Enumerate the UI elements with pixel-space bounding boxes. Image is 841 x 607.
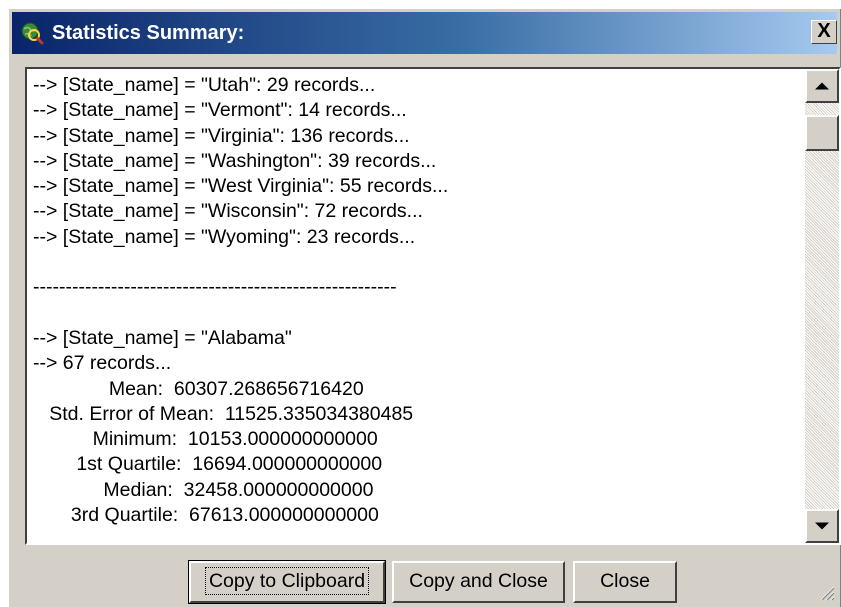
arrow-up-icon: [815, 82, 829, 90]
output-line: 1st Quartile: 16694.000000000000: [33, 453, 383, 476]
statistics-output-text: --> [State_name] = "Utah": 29 records...…: [27, 69, 805, 543]
output-line: --> [State_name] = "Washington": 39 reco…: [33, 149, 437, 172]
output-line: --> [State_name] = "Wisconsin": 72 recor…: [33, 200, 423, 223]
output-line: 3rd Quartile: 67613.000000000000: [33, 504, 379, 527]
output-line: --> [State_name] = "Alabama": [33, 326, 292, 349]
scroll-down-button[interactable]: [805, 509, 839, 543]
statistics-output-textarea[interactable]: --> [State_name] = "Utah": 29 records...…: [25, 67, 841, 545]
close-icon[interactable]: X: [811, 20, 837, 44]
output-line: Minimum: 10153.000000000000: [33, 428, 378, 451]
copy-and-close-label: Copy and Close: [409, 570, 548, 592]
dialog-title: Statistics Summary:: [52, 22, 245, 44]
output-line: --> [State_name] = "Vermont": 14 records…: [33, 99, 407, 122]
title-bar[interactable]: Statistics Summary: X: [12, 12, 837, 54]
copy-to-clipboard-button[interactable]: Copy to Clipboard: [188, 560, 386, 604]
output-line: Mean: 60307.268656716420: [33, 377, 364, 400]
copy-and-close-button[interactable]: Copy and Close: [392, 561, 565, 603]
output-line: --> 67 records...: [33, 352, 172, 375]
output-line: Std. Error of Mean: 11525.335034380485: [33, 402, 414, 425]
arrow-down-icon: [815, 522, 829, 530]
output-line: --> [State_name] = "Wyoming": 23 records…: [33, 225, 416, 248]
output-line: ----------------------------------------…: [33, 276, 397, 299]
output-line: --> [State_name] = "Utah": 29 records...: [33, 74, 376, 96]
vertical-scrollbar[interactable]: [805, 69, 839, 543]
close-button[interactable]: Close: [573, 561, 677, 603]
resize-grip-icon[interactable]: [817, 583, 835, 601]
output-line: --> [State_name] = "Virginia": 136 recor…: [33, 124, 410, 147]
globe-magnifier-icon: [21, 22, 44, 45]
scroll-thumb[interactable]: [805, 115, 839, 151]
scroll-up-button[interactable]: [805, 69, 839, 103]
close-label: Close: [600, 570, 650, 592]
output-line: --> [State_name] = "West Virginia": 55 r…: [33, 175, 449, 198]
copy-to-clipboard-label: Copy to Clipboard: [204, 567, 370, 595]
statistics-summary-dialog: Statistics Summary: X --> [State_name] =…: [8, 8, 841, 607]
output-line: Median: 32458.000000000000: [33, 478, 374, 501]
